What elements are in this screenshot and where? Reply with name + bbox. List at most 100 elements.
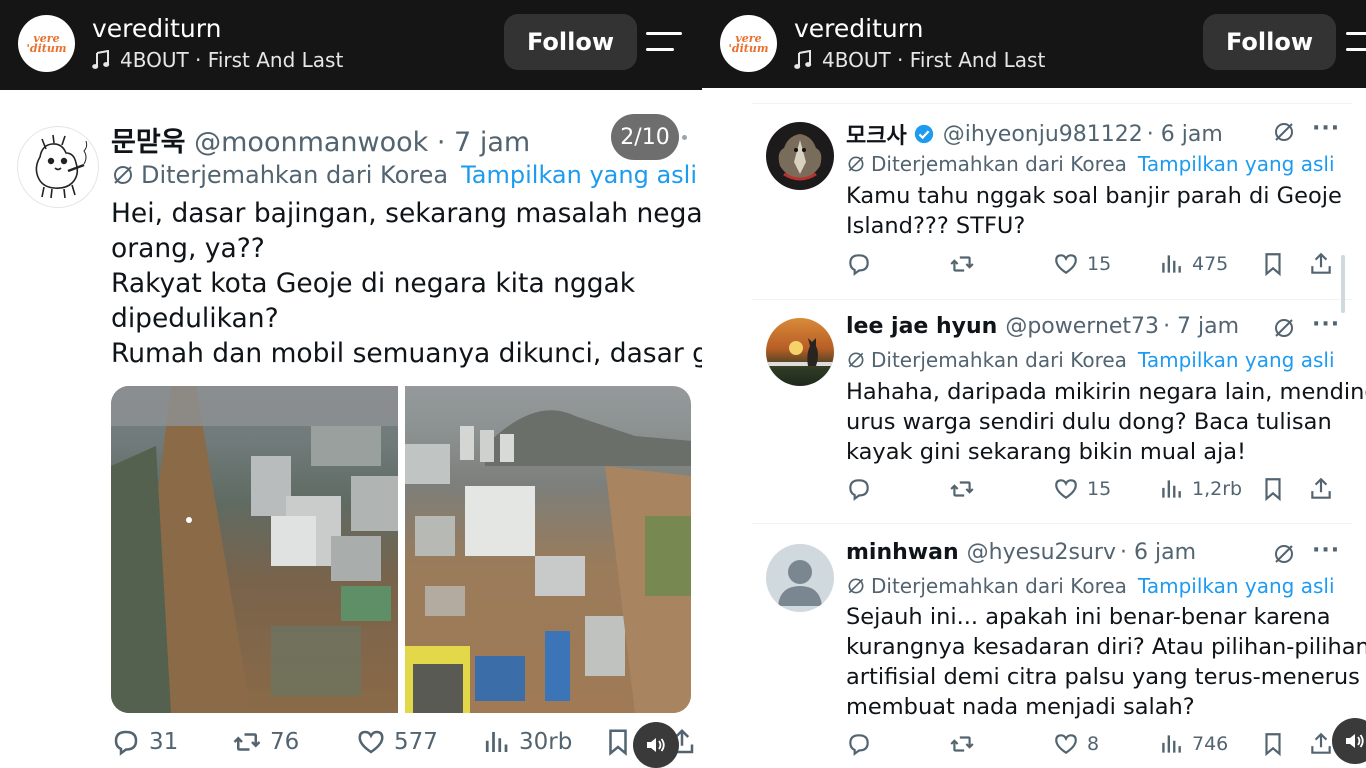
- translation-bar: Diterjemahkan dari Korea Tampilkan yang …: [846, 348, 1335, 372]
- reply-text-line: Hahaha, daripada mikirin negara lain, me…: [846, 379, 1366, 405]
- views-icon: [1162, 735, 1181, 753]
- bookmark-action[interactable]: [1260, 251, 1286, 277]
- grok-icon[interactable]: [1272, 542, 1296, 566]
- reply-text-line: urus warga sendiri dulu dong? Baca tulis…: [846, 409, 1332, 435]
- logo-text-bottom: 'ditum: [728, 41, 769, 55]
- translation-bar: Diterjemahkan dari Korea Tampilkan yang …: [111, 161, 697, 189]
- reply-text-line: Sejauh ini... apakah ini benar-benar kar…: [846, 604, 1331, 630]
- grok-icon[interactable]: [1272, 120, 1296, 144]
- bookmark-icon: [1265, 253, 1281, 277]
- flood-photo-street[interactable]: [111, 386, 398, 713]
- reply-item[interactable]: 모크사 @ihyeonju981122 · 6 jam ··· Diterjem…: [752, 103, 1352, 299]
- views-action[interactable]: 30rb: [481, 727, 572, 757]
- more-options-icon[interactable]: ···: [1312, 116, 1340, 141]
- views-action[interactable]: 475: [1158, 251, 1228, 277]
- translation-bar: Diterjemahkan dari Korea Tampilkan yang …: [846, 152, 1335, 176]
- reply-author-handle[interactable]: @hyesu2surv: [967, 540, 1116, 565]
- reply-author-name[interactable]: 모크사: [846, 118, 907, 150]
- music-title: 4BOUT · First And Last: [822, 48, 1046, 72]
- reply-text-line: kayak gini sekarang bikin mual aja!: [846, 439, 1247, 465]
- tweet-author-avatar[interactable]: [17, 126, 99, 208]
- show-original-link[interactable]: Tampilkan yang asli: [1138, 152, 1335, 176]
- share-icon: [1311, 252, 1331, 274]
- reply-actions: 15 475: [846, 251, 1346, 281]
- like-action[interactable]: 8: [1053, 731, 1099, 757]
- bookmark-action[interactable]: [1260, 731, 1286, 757]
- flood-photo-city[interactable]: [404, 386, 691, 713]
- tweet-author-handle[interactable]: @moonmanwook: [194, 127, 428, 158]
- show-original-link[interactable]: Tampilkan yang asli: [461, 161, 697, 189]
- like-count: 15: [1087, 478, 1112, 500]
- reply-action[interactable]: [846, 251, 872, 277]
- follow-button[interactable]: Follow: [1203, 14, 1337, 70]
- sound-icon: [647, 738, 665, 752]
- share-action[interactable]: [1308, 731, 1334, 757]
- grok-icon[interactable]: [1272, 316, 1296, 340]
- tweet-author-name[interactable]: 문맏욱: [111, 127, 186, 158]
- like-icon: [1055, 734, 1077, 754]
- repost-action[interactable]: [949, 476, 975, 502]
- follow-button[interactable]: Follow: [504, 14, 638, 70]
- like-action[interactable]: 15: [1053, 476, 1111, 502]
- more-options-icon[interactable]: ···: [1312, 312, 1340, 337]
- share-action[interactable]: [1308, 251, 1334, 277]
- reply-icon: [849, 254, 869, 276]
- like-action[interactable]: 577: [356, 727, 438, 757]
- bookmark-action[interactable]: [603, 727, 633, 757]
- show-original-link[interactable]: Tampilkan yang asli: [1138, 574, 1335, 598]
- reply-body: Kamu tahu nggak soal banjir parah di Geo…: [846, 181, 1346, 241]
- repost-action[interactable]: [949, 731, 975, 757]
- reply-author-name[interactable]: minhwan: [846, 540, 959, 565]
- music-title: 4BOUT · First And Last: [120, 48, 344, 72]
- like-action[interactable]: 15: [1053, 251, 1111, 277]
- account-avatar[interactable]: vere 'ditum: [720, 15, 777, 72]
- reply-avatar[interactable]: [766, 122, 834, 190]
- reply-item[interactable]: minhwan @hyesu2surv · 6 jam ··· Diterjem…: [752, 523, 1366, 768]
- translate-icon: [114, 166, 132, 184]
- sound-toggle[interactable]: [633, 722, 679, 768]
- reply-author-handle[interactable]: @ihyeonju981122: [943, 122, 1143, 147]
- bookmark-action[interactable]: [1260, 476, 1286, 502]
- views-icon: [1162, 480, 1181, 498]
- bookmark-icon: [1265, 733, 1281, 757]
- account-username[interactable]: verediturn: [794, 14, 923, 43]
- default-avatar-icon[interactable]: [766, 544, 834, 612]
- reply-text-line: artifisial demi citra palsu yang terus-m…: [846, 664, 1360, 690]
- repost-action[interactable]: 76: [232, 727, 299, 757]
- repost-count: 76: [270, 729, 300, 755]
- reply-icon: [114, 730, 138, 756]
- views-action[interactable]: 746: [1158, 731, 1228, 757]
- like-icon: [1055, 254, 1077, 274]
- reply-avatar[interactable]: [766, 318, 834, 386]
- music-note-icon: [92, 50, 110, 69]
- translation-bar: Diterjemahkan dari Korea Tampilkan yang …: [846, 574, 1335, 598]
- tweet-body: Hei, dasar bajingan, sekarang masalah ne…: [111, 196, 702, 371]
- music-info[interactable]: 4BOUT · First And Last: [92, 48, 343, 72]
- account-username[interactable]: verediturn: [92, 14, 221, 43]
- reply-item[interactable]: lee jae hyun @powernet73 · 7 jam ··· Dit…: [752, 299, 1366, 523]
- tweet-media[interactable]: [111, 386, 691, 713]
- share-icon: [1311, 732, 1331, 754]
- music-info[interactable]: 4BOUT · First And Last: [794, 48, 1045, 72]
- views-action[interactable]: 1,2rb: [1158, 476, 1242, 502]
- bookmark-icon: [609, 729, 627, 756]
- menu-icon[interactable]: [1346, 30, 1366, 56]
- repost-action[interactable]: [949, 251, 975, 277]
- reply-action[interactable]: [846, 476, 872, 502]
- translated-from-label: Diterjemahkan dari Korea: [871, 348, 1127, 372]
- menu-icon[interactable]: [646, 30, 682, 56]
- account-avatar[interactable]: vere 'ditum: [18, 15, 75, 72]
- tweet-text-line: dipedulikan?: [111, 303, 279, 334]
- scrollbar[interactable]: [1341, 255, 1345, 313]
- share-action[interactable]: [1308, 476, 1334, 502]
- reply-action[interactable]: 31: [111, 727, 178, 757]
- show-original-link[interactable]: Tampilkan yang asli: [1138, 348, 1335, 372]
- more-options-icon[interactable]: ···: [1312, 538, 1340, 563]
- translated-from-label: Diterjemahkan dari Korea: [871, 152, 1127, 176]
- views-icon: [1162, 255, 1181, 273]
- reply-author-handle[interactable]: @powernet73: [1005, 314, 1159, 339]
- reply-action[interactable]: [846, 731, 872, 757]
- reply-author-name[interactable]: lee jae hyun: [846, 314, 997, 339]
- music-note-icon: [794, 50, 812, 69]
- like-icon: [1055, 479, 1077, 499]
